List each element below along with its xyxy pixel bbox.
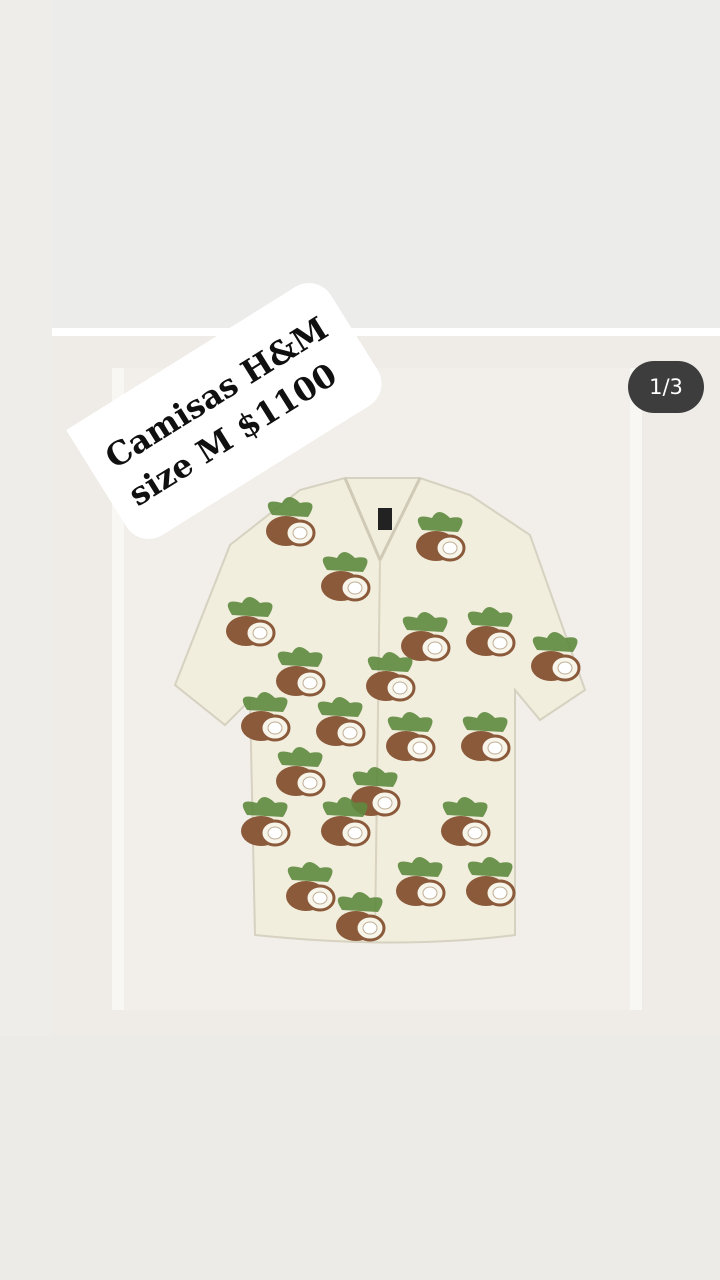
image-counter-badge: 1/3 [628,361,704,413]
bottom-area [0,1036,720,1280]
